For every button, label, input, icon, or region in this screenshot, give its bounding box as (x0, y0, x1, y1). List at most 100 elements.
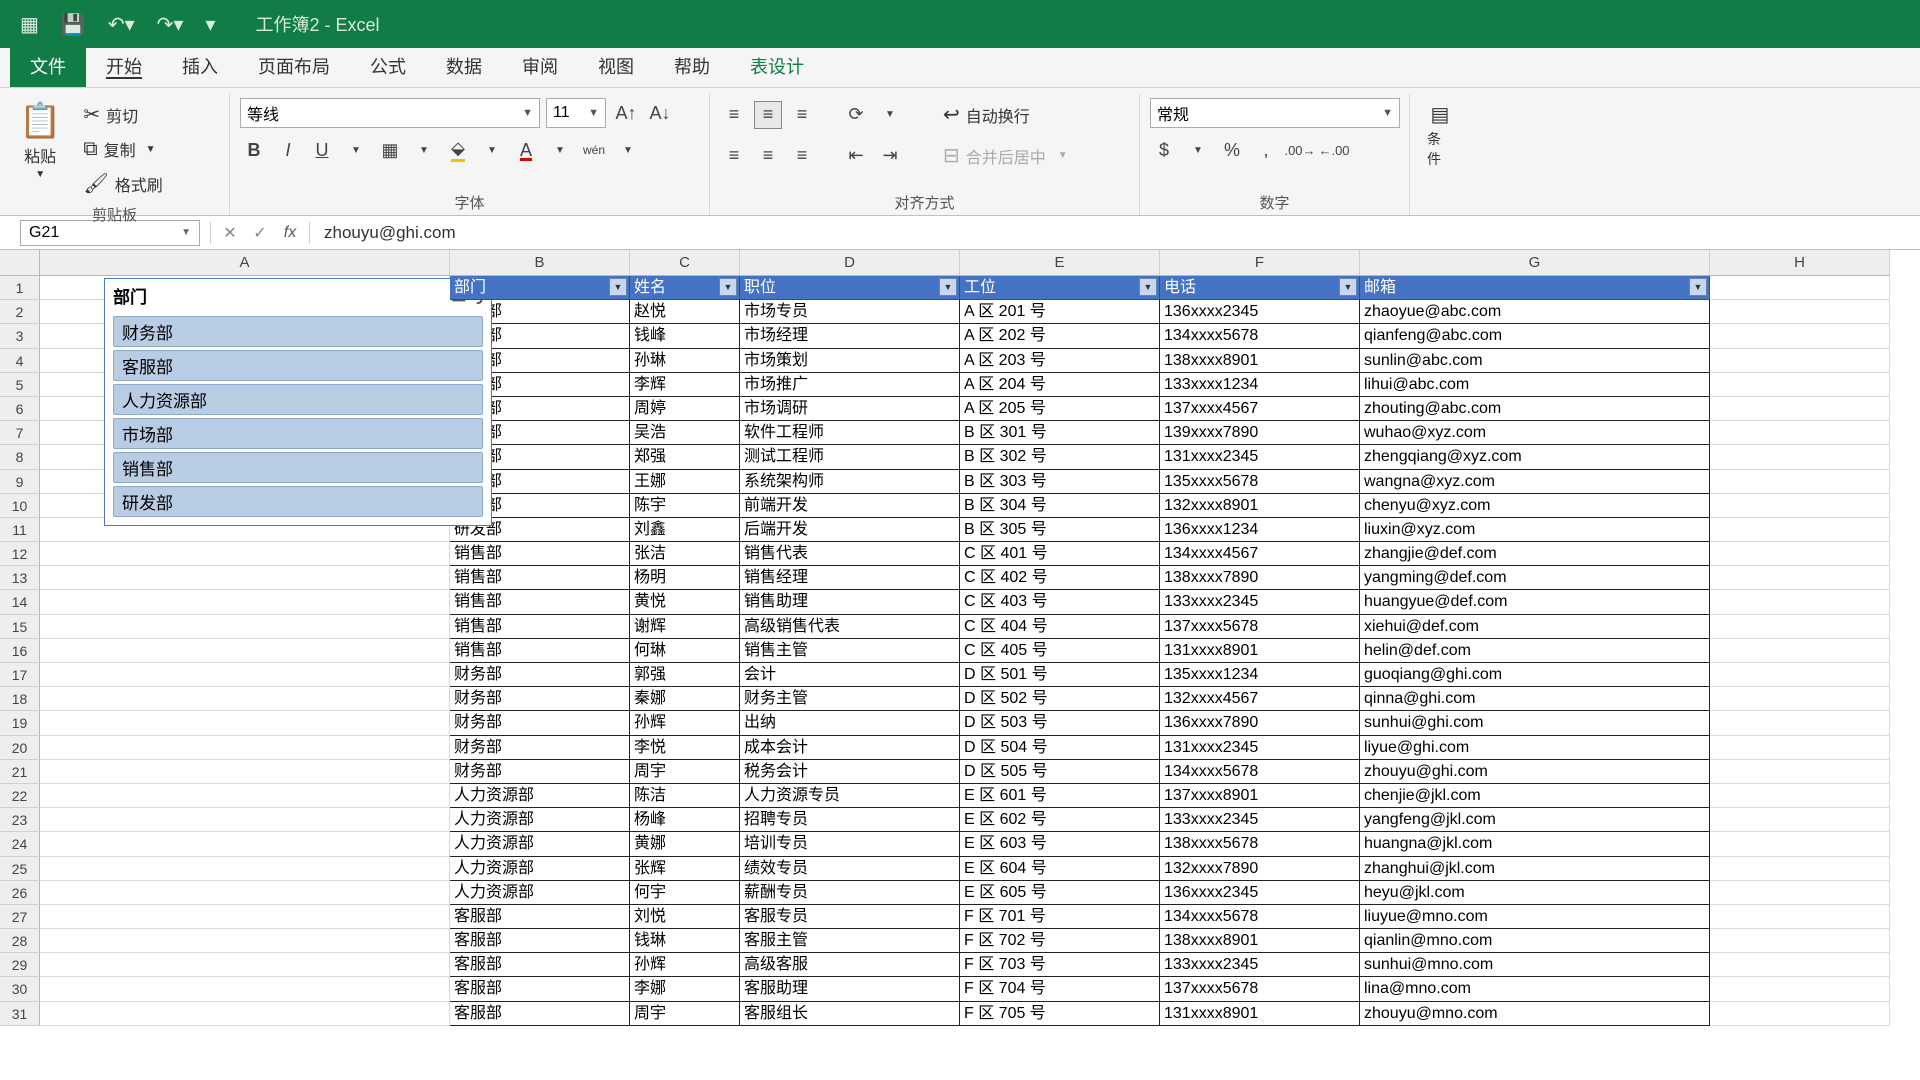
cell[interactable]: C 区 401 号 (960, 542, 1160, 566)
decrease-decimal-icon[interactable]: ←.00 (1320, 136, 1348, 164)
cell[interactable]: 周宇 (630, 760, 740, 784)
cell[interactable]: zhaoyue@abc.com (1360, 300, 1710, 324)
align-bottom-icon[interactable]: ≡ (788, 101, 816, 129)
align-right-icon[interactable]: ≡ (788, 142, 816, 170)
cell[interactable] (40, 1002, 450, 1026)
cell[interactable]: C 区 405 号 (960, 639, 1160, 663)
cell[interactable]: 134xxxx5678 (1160, 905, 1360, 929)
cell[interactable]: 培训专员 (740, 832, 960, 856)
cell[interactable]: B 区 303 号 (960, 470, 1160, 494)
autosave-icon[interactable]: ▦ (20, 12, 39, 37)
cell[interactable]: 市场调研 (740, 397, 960, 421)
cell[interactable]: heyu@jkl.com (1360, 881, 1710, 905)
row-header[interactable]: 5 (0, 373, 40, 397)
cell[interactable] (40, 808, 450, 832)
cell[interactable]: 杨明 (630, 566, 740, 590)
slicer-item[interactable]: 人力资源部 (113, 384, 483, 415)
cell[interactable]: E 区 604 号 (960, 857, 1160, 881)
cell[interactable] (1710, 953, 1890, 977)
align-top-icon[interactable]: ≡ (720, 101, 748, 129)
cell[interactable]: B 区 305 号 (960, 518, 1160, 542)
cell[interactable] (40, 542, 450, 566)
row-header[interactable]: 29 (0, 953, 40, 977)
cell[interactable]: A 区 204 号 (960, 373, 1160, 397)
cell[interactable]: 财务主管 (740, 687, 960, 711)
cell[interactable]: yangfeng@jkl.com (1360, 808, 1710, 832)
undo-icon[interactable]: ↶▾ (108, 12, 135, 37)
cancel-formula-button[interactable]: ✕ (215, 223, 245, 243)
cell[interactable]: 客服部 (450, 1002, 630, 1026)
cell[interactable] (1710, 542, 1890, 566)
table-header-cell[interactable]: 姓名▼ (630, 276, 740, 300)
row-header[interactable]: 27 (0, 905, 40, 929)
chevron-down-icon[interactable]: ▼ (410, 136, 438, 164)
cell[interactable]: 成本会计 (740, 736, 960, 760)
cell[interactable] (1710, 1002, 1890, 1026)
cell[interactable]: 市场策划 (740, 349, 960, 373)
cell[interactable] (1710, 977, 1890, 1001)
cell[interactable] (40, 590, 450, 614)
cell[interactable] (40, 784, 450, 808)
cell[interactable] (40, 711, 450, 735)
decrease-indent-icon[interactable]: ⇤ (842, 142, 870, 170)
cell[interactable]: 财务部 (450, 760, 630, 784)
cell[interactable]: 销售部 (450, 590, 630, 614)
font-name-select[interactable]: 等线▼ (240, 98, 540, 128)
cell[interactable]: 134xxxx4567 (1160, 542, 1360, 566)
cut-button[interactable]: ✂剪切 (76, 98, 169, 131)
table-header-cell[interactable]: 电话▼ (1160, 276, 1360, 300)
increase-decimal-icon[interactable]: .00→ (1286, 136, 1314, 164)
cell[interactable]: 薪酬专员 (740, 881, 960, 905)
cell[interactable] (40, 736, 450, 760)
cell[interactable]: 销售部 (450, 615, 630, 639)
cell[interactable]: 税务会计 (740, 760, 960, 784)
cell[interactable] (40, 905, 450, 929)
cell[interactable] (1710, 857, 1890, 881)
cell[interactable]: 后端开发 (740, 518, 960, 542)
cell[interactable]: qianfeng@abc.com (1360, 324, 1710, 348)
cell[interactable]: 何琳 (630, 639, 740, 663)
cell[interactable]: C 区 402 号 (960, 566, 1160, 590)
percent-icon[interactable]: % (1218, 136, 1246, 164)
table-header-cell[interactable]: 职位▼ (740, 276, 960, 300)
menu-view[interactable]: 视图 (578, 45, 654, 87)
cell[interactable] (1710, 760, 1890, 784)
cell[interactable]: 132xxxx4567 (1160, 687, 1360, 711)
cell[interactable] (40, 832, 450, 856)
italic-button[interactable]: I (274, 136, 302, 164)
cell[interactable]: D 区 502 号 (960, 687, 1160, 711)
column-header[interactable]: D (740, 250, 960, 276)
filter-dropdown-icon[interactable]: ▼ (609, 278, 627, 296)
cell[interactable]: 杨峰 (630, 808, 740, 832)
cell[interactable]: 周宇 (630, 1002, 740, 1026)
cell[interactable]: wuhao@xyz.com (1360, 421, 1710, 445)
currency-icon[interactable]: $ (1150, 136, 1178, 164)
cell[interactable]: 136xxxx7890 (1160, 711, 1360, 735)
cell[interactable] (40, 760, 450, 784)
cell[interactable]: 137xxxx5678 (1160, 977, 1360, 1001)
cell[interactable]: 133xxxx2345 (1160, 953, 1360, 977)
row-header[interactable]: 3 (0, 324, 40, 348)
cell[interactable]: 客服部 (450, 977, 630, 1001)
cell[interactable] (1710, 445, 1890, 469)
cell[interactable]: B 区 301 号 (960, 421, 1160, 445)
menu-formulas[interactable]: 公式 (350, 45, 426, 87)
row-header[interactable]: 16 (0, 639, 40, 663)
row-header[interactable]: 21 (0, 760, 40, 784)
cell[interactable]: B 区 302 号 (960, 445, 1160, 469)
cell[interactable] (1710, 881, 1890, 905)
cell[interactable]: 高级销售代表 (740, 615, 960, 639)
menu-review[interactable]: 审阅 (502, 45, 578, 87)
cell[interactable] (1710, 300, 1890, 324)
slicer-item[interactable]: 销售部 (113, 452, 483, 483)
cell[interactable]: 137xxxx5678 (1160, 615, 1360, 639)
row-header[interactable]: 18 (0, 687, 40, 711)
cell[interactable]: A 区 202 号 (960, 324, 1160, 348)
chevron-down-icon[interactable]: ▼ (1184, 136, 1212, 164)
cell[interactable]: 人力资源部 (450, 808, 630, 832)
cell[interactable] (1710, 711, 1890, 735)
confirm-formula-button[interactable]: ✓ (245, 223, 275, 243)
row-header[interactable]: 13 (0, 566, 40, 590)
column-header[interactable]: F (1160, 250, 1360, 276)
row-header[interactable]: 6 (0, 397, 40, 421)
